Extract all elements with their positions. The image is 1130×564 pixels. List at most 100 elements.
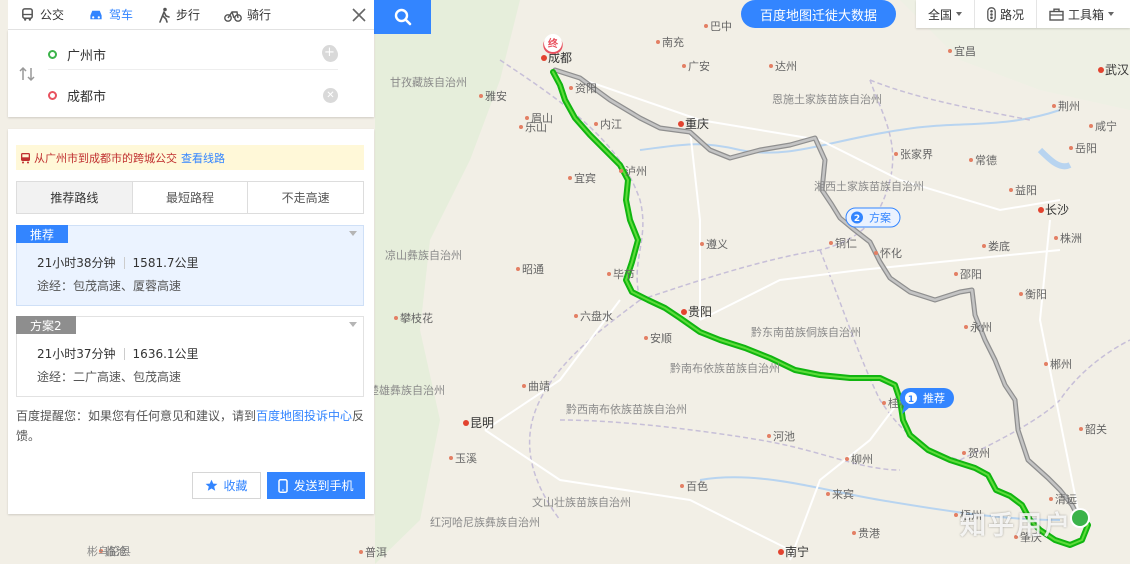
city-label[interactable]: 曲靖 [528, 380, 550, 393]
region-selector[interactable]: 全国 [916, 0, 976, 28]
city-label[interactable]: 株洲 [1060, 231, 1082, 245]
clear-icon: ✕ [326, 89, 335, 101]
end-input[interactable] [67, 87, 323, 103]
city-label[interactable]: 益阳 [1015, 183, 1037, 197]
pref-tab-no-highway[interactable]: 不走高速 [248, 182, 363, 213]
route-bubble-alt[interactable]: 2 方案 [845, 207, 901, 228]
favorite-button[interactable]: 收藏 [192, 472, 261, 499]
city-label[interactable]: 泸州 [625, 165, 647, 178]
transit-tip-link[interactable]: 查看线路 [181, 150, 225, 166]
mode-tab-walk[interactable]: 步行 [145, 0, 212, 30]
city-label[interactable]: 甘孜藏族自治州 [390, 75, 467, 89]
mode-tab-bus[interactable]: 公交 [8, 0, 76, 30]
city-label[interactable]: 常德 [975, 153, 997, 167]
city-label[interactable]: 黔南布依族苗族自治州 [670, 361, 780, 375]
city-label[interactable]: 攀枝花 [400, 311, 433, 325]
plan-card-recommended[interactable]: 推荐 21小时38分钟 1581.7公里 途经：包茂高速、厦蓉高速 [16, 225, 364, 306]
city-label[interactable]: 达州 [775, 60, 797, 73]
city-label[interactable]: 乐山 [525, 121, 547, 134]
pref-tab-shortest[interactable]: 最短路程 [133, 182, 249, 213]
traffic-button[interactable]: 路况 [975, 0, 1038, 28]
start-marker-pin [1070, 508, 1090, 528]
chevron-down-icon [1108, 12, 1115, 16]
city-label[interactable]: 河池 [773, 430, 795, 443]
city-dot [1089, 124, 1093, 128]
city-label[interactable]: 郴州 [1050, 357, 1072, 371]
city-label[interactable]: 广安 [688, 59, 710, 73]
divider [123, 256, 125, 269]
toolbox-icon [1049, 8, 1064, 21]
city-label[interactable]: 荆州 [1058, 100, 1080, 113]
city-label[interactable]: 韶关 [1085, 422, 1107, 436]
city-label[interactable]: 贺州 [968, 447, 990, 460]
city-label[interactable]: 玉溪 [455, 452, 477, 465]
close-button[interactable] [344, 0, 374, 30]
city-label[interactable]: 凉山彝族自治州 [385, 248, 462, 262]
add-waypoint-button[interactable]: + [322, 45, 337, 60]
city-label[interactable]: 六盘水 [580, 309, 613, 323]
complaint-center-link[interactable]: 百度地图投诉中心 [256, 409, 352, 423]
start-input[interactable] [67, 47, 323, 62]
start-marker[interactable] [1070, 508, 1090, 528]
city-label[interactable]: 毕节 [613, 268, 635, 281]
city-label[interactable]: 咸宁 [1095, 119, 1117, 133]
city-label[interactable]: 南充 [662, 35, 684, 49]
city-label[interactable]: 邵阳 [960, 268, 982, 281]
city-label[interactable]: 怀化 [880, 246, 902, 260]
city-label[interactable]: 宜昌 [954, 44, 976, 58]
toolbox-button[interactable]: 工具箱 [1037, 0, 1126, 28]
city-label[interactable]: 彬乌伦县 [87, 544, 131, 558]
city-label[interactable]: 娄底 [988, 239, 1010, 253]
plan-card-alt[interactable]: 方案2 21小时37分钟 1636.1公里 途经：二广高速、包茂高速 [16, 316, 364, 397]
city-label[interactable]: 铜仁 [835, 236, 857, 250]
pref-tab-recommended[interactable]: 推荐路线 [17, 182, 133, 213]
city-label[interactable]: 永州 [970, 320, 992, 334]
city-label[interactable]: 黔东南苗族侗族自治州 [751, 325, 861, 339]
city-label[interactable]: 宜宾 [574, 171, 596, 185]
swap-icon [19, 66, 35, 82]
swap-button[interactable] [18, 66, 36, 86]
city-label[interactable]: 黔西南布依族苗族自治州 [566, 402, 687, 416]
city-label[interactable]: 南宁 [785, 544, 809, 559]
city-dot [954, 513, 958, 517]
city-label[interactable]: 来宾 [832, 487, 854, 501]
city-label[interactable]: 百色 [686, 479, 708, 493]
city-label[interactable]: 安顺 [650, 331, 672, 345]
city-dot [569, 86, 573, 90]
migration-data-banner[interactable]: 百度地图迁徙大数据 [741, 0, 896, 28]
city-label[interactable]: 遵义 [706, 237, 728, 251]
send-to-phone-button[interactable]: 发送到手机 [267, 472, 365, 499]
search-button[interactable] [374, 0, 431, 34]
city-label[interactable]: 红河哈尼族彝族自治州 [430, 515, 540, 529]
city-dot [1009, 188, 1013, 192]
city-label[interactable]: 武汉 [1105, 63, 1129, 77]
city-label[interactable]: 昆明 [470, 416, 494, 430]
city-dot [1069, 146, 1073, 150]
city-label[interactable]: 巴中 [710, 20, 732, 33]
city-label[interactable]: 岳阳 [1075, 142, 1097, 155]
city-label[interactable]: 重庆 [685, 117, 709, 131]
city-dot [1052, 104, 1056, 108]
traffic-light-icon [987, 6, 996, 22]
mode-tab-bike[interactable]: 骑行 [212, 0, 283, 30]
city-label[interactable]: 雅安 [485, 89, 507, 103]
mode-tab-car[interactable]: 驾车 [76, 0, 145, 30]
city-label[interactable]: 贵阳 [688, 305, 712, 319]
city-label[interactable]: 文山壮族苗族自治州 [532, 495, 631, 509]
city-label[interactable]: 张家界 [900, 147, 933, 161]
car-icon [90, 10, 102, 20]
chevron-down-icon[interactable] [349, 231, 357, 236]
city-label[interactable]: 长沙 [1045, 203, 1069, 217]
chevron-down-icon[interactable] [349, 322, 357, 327]
clear-end-button[interactable]: ✕ [323, 87, 338, 103]
city-label[interactable]: 衡阳 [1025, 288, 1047, 301]
city-label[interactable]: 普洱 [365, 545, 387, 559]
city-label[interactable]: 贵港 [858, 527, 880, 540]
city-label[interactable]: 昭通 [522, 263, 544, 276]
city-label[interactable]: 内江 [600, 117, 622, 131]
city-label[interactable]: 湘西土家族苗族自治州 [814, 179, 924, 193]
city-label[interactable]: 恩施土家族苗族自治州 [772, 92, 882, 106]
city-label[interactable]: 楚雄彝族自治州 [368, 383, 445, 397]
city-label[interactable]: 柳州 [851, 452, 873, 466]
city-label[interactable]: 资阳 [575, 82, 597, 95]
